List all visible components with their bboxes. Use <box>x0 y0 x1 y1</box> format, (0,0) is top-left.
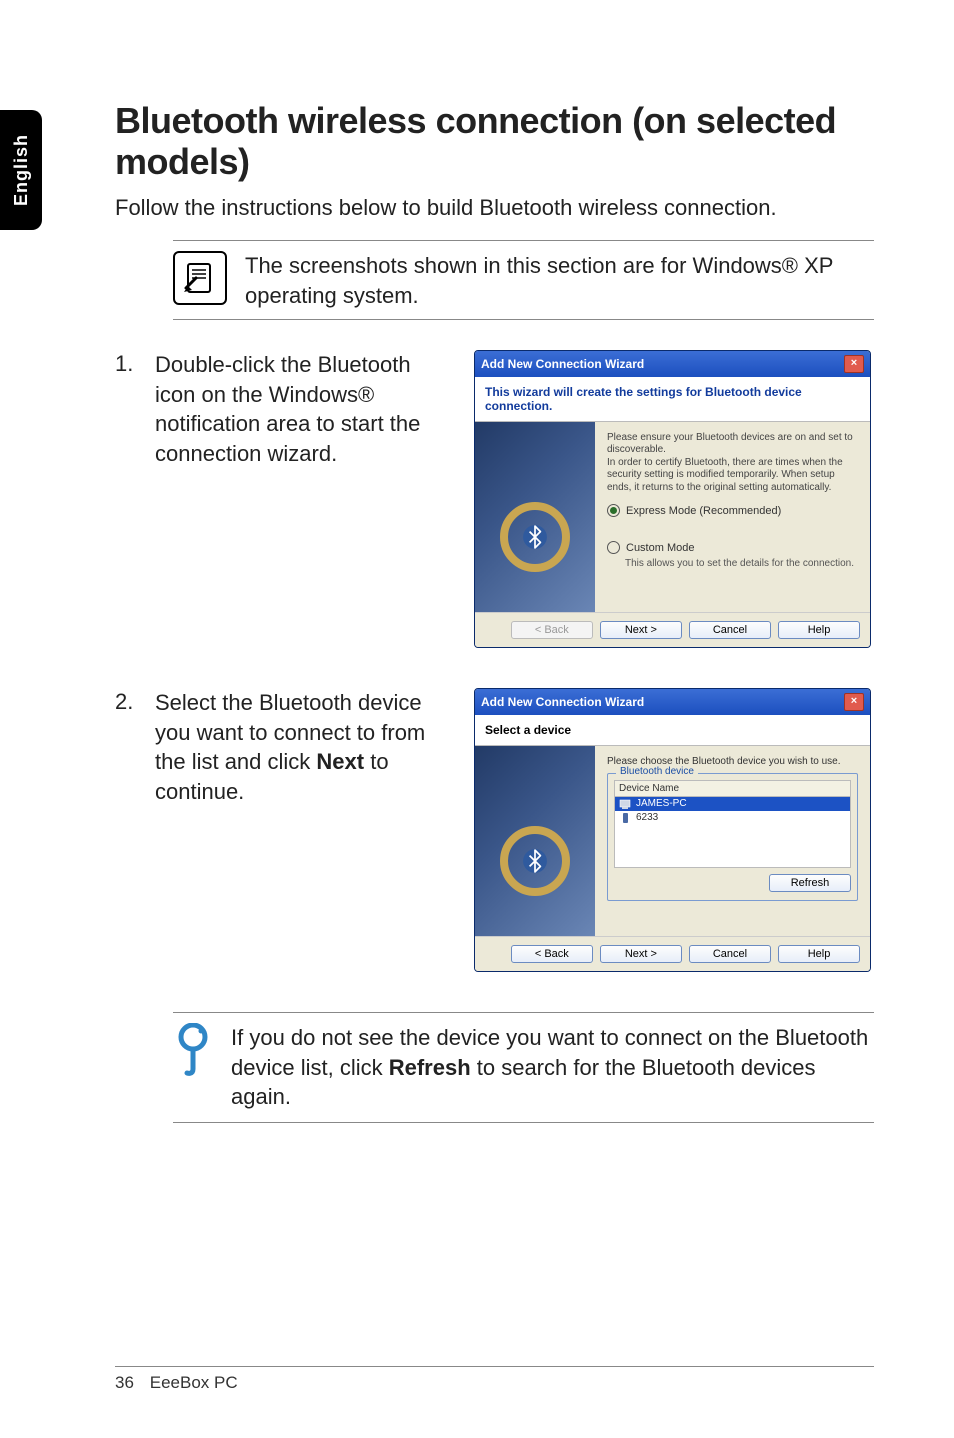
step-1-screenshot: Add New Connection Wizard × This wizard … <box>474 350 874 648</box>
device-list[interactable]: JAMES-PC 6233 <box>614 796 851 868</box>
device-group: Bluetooth device Device Name JAMES-PC 62… <box>607 773 858 901</box>
tip-block: If you do not see the device you want to… <box>173 1012 874 1123</box>
tip-icon <box>173 1023 217 1086</box>
radio-icon <box>607 504 620 517</box>
wizard-side-image <box>475 746 595 936</box>
intro-text: Follow the instructions below to build B… <box>115 193 874 223</box>
dialog1-main: Please ensure your Bluetooth devices are… <box>595 422 870 612</box>
dialog-wizard-1: Add New Connection Wizard × This wizard … <box>474 350 871 648</box>
dialog1-desc: Please ensure your Bluetooth devices are… <box>607 432 858 495</box>
close-icon[interactable]: × <box>844 693 864 711</box>
dialog1-titlebar: Add New Connection Wizard × <box>475 351 870 377</box>
tip-text: If you do not see the device you want to… <box>231 1023 874 1112</box>
dialog1-banner: This wizard will create the settings for… <box>475 377 870 422</box>
step-1-number: 1. <box>115 350 155 377</box>
radio-icon <box>607 541 620 554</box>
step-1-text: Double-click the Bluetooth icon on the W… <box>155 350 474 469</box>
back-button: < Back <box>511 621 593 639</box>
radio-custom-label: Custom Mode <box>626 542 694 554</box>
radio-custom-sub: This allows you to set the details for t… <box>625 558 858 569</box>
dialog2-banner: Select a device <box>475 715 870 746</box>
radio-express-label: Express Mode (Recommended) <box>626 505 781 517</box>
note-icon <box>173 251 227 305</box>
list-item[interactable]: 6233 <box>615 811 850 825</box>
dialog2-main: Please choose the Bluetooth device you w… <box>595 746 870 936</box>
next-button[interactable]: Next > <box>600 945 682 963</box>
page-content: Bluetooth wireless connection (on select… <box>115 0 874 1123</box>
dialog1-title: Add New Connection Wizard <box>481 357 644 371</box>
bluetooth-ring-icon <box>500 826 570 896</box>
wizard-side-image <box>475 422 595 612</box>
step-1: 1. Double-click the Bluetooth icon on th… <box>115 350 874 648</box>
page-number: 36 <box>115 1373 145 1393</box>
close-icon[interactable]: × <box>844 355 864 373</box>
language-tab: English <box>0 110 42 230</box>
radio-custom[interactable]: Custom Mode <box>607 541 858 554</box>
help-button[interactable]: Help <box>778 621 860 639</box>
tip-bold: Refresh <box>389 1055 471 1080</box>
next-button[interactable]: Next > <box>600 621 682 639</box>
language-tab-label: English <box>11 134 32 206</box>
step-2-text: Select the Bluetooth device you want to … <box>155 688 474 807</box>
device-name-0: JAMES-PC <box>636 798 687 809</box>
dialog-wizard-2: Add New Connection Wizard × Select a dev… <box>474 688 871 972</box>
note-text: The screenshots shown in this section ar… <box>245 249 874 310</box>
help-button[interactable]: Help <box>778 945 860 963</box>
device-group-title: Bluetooth device <box>616 766 698 777</box>
dialog1-buttons: < Back Next > Cancel Help <box>475 612 870 647</box>
step-2-screenshot: Add New Connection Wizard × Select a dev… <box>474 688 874 972</box>
radio-express[interactable]: Express Mode (Recommended) <box>607 504 858 517</box>
refresh-button[interactable]: Refresh <box>769 874 851 892</box>
step-2: 2. Select the Bluetooth device you want … <box>115 688 874 972</box>
dialog2-title: Add New Connection Wizard <box>481 695 644 709</box>
product-name: EeeBox PC <box>150 1373 238 1392</box>
dialog2-titlebar: Add New Connection Wizard × <box>475 689 870 715</box>
cancel-button[interactable]: Cancel <box>689 621 771 639</box>
device-name-1: 6233 <box>636 812 658 823</box>
note-block: The screenshots shown in this section ar… <box>173 240 874 319</box>
dialog2-buttons: < Back Next > Cancel Help <box>475 936 870 971</box>
device-list-header: Device Name <box>614 780 851 796</box>
bluetooth-ring-icon <box>500 502 570 572</box>
back-button[interactable]: < Back <box>511 945 593 963</box>
page-title: Bluetooth wireless connection (on select… <box>115 100 874 183</box>
cancel-button[interactable]: Cancel <box>689 945 771 963</box>
step-2-bold: Next <box>316 749 364 774</box>
step-2-number: 2. <box>115 688 155 715</box>
page-footer: 36 EeeBox PC <box>115 1366 874 1393</box>
list-item[interactable]: JAMES-PC <box>615 797 850 811</box>
